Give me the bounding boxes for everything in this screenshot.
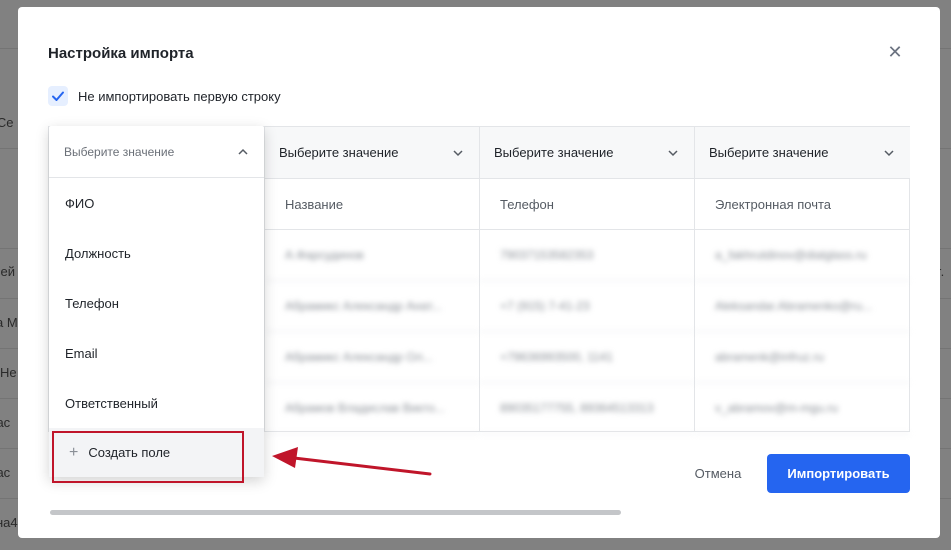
chevron-up-icon (238, 148, 248, 155)
table-cell: 89035177755, 89364513313 (480, 383, 694, 434)
dropdown-option[interactable]: ФИО (49, 178, 264, 228)
bg-text: на4 (0, 515, 18, 530)
column-select[interactable]: Выберите значение (480, 127, 694, 179)
table-cell: Абрамикс Александр Анат... (265, 281, 479, 332)
create-field-label: Создать поле (88, 445, 171, 460)
chevron-down-icon (453, 149, 463, 156)
field-dropdown: Выберите значение ФИО Должность Телефон … (49, 126, 264, 477)
bg-text: а Се (0, 115, 14, 130)
column-3: Выберите значение Телефон 79037153582353… (480, 127, 695, 434)
column-select[interactable]: Выберите значение (695, 127, 910, 179)
table-cell: a_fakhrutdinov@dialglass.ru (695, 230, 910, 281)
table-cell: +7 (915) 7-41-23 (480, 281, 694, 332)
bg-text: Не (0, 365, 17, 380)
column-select-label: Выберите значение (709, 145, 829, 160)
skip-first-row-checkbox[interactable] (48, 86, 68, 106)
cancel-button[interactable]: Отмена (678, 454, 758, 492)
bg-text: а М (0, 315, 18, 330)
horizontal-scrollbar[interactable] (50, 510, 621, 515)
table-cell: А.Фарсудинов (265, 230, 479, 281)
dropdown-placeholder: Выберите значение (64, 144, 175, 159)
checkbox-label: Не импортировать первую строку (78, 88, 281, 104)
dropdown-option[interactable]: Телефон (49, 278, 264, 328)
modal-title: Настройка импорта (48, 45, 194, 62)
table-cell: Абрамов Владислав Викто... (265, 383, 479, 434)
chevron-down-icon (884, 149, 894, 156)
column-select[interactable]: Выберите значение (265, 127, 479, 179)
column-select-label: Выберите значение (279, 145, 399, 160)
import-settings-modal: Настройка импорта ✕ Не импортировать пер… (18, 7, 940, 538)
table-cell: Aleksandar.Abramenko@ru... (695, 281, 910, 332)
table-cell: 79037153582353 (480, 230, 694, 281)
table-cell: Абрамикс Александр Ол... (265, 332, 479, 383)
dropdown-option[interactable]: Должность (49, 228, 264, 278)
dropdown-option[interactable]: Email (49, 328, 264, 378)
table-cell: v_abramov@m-mgu.ru (695, 383, 910, 434)
plus-icon: + (69, 443, 79, 461)
column-header: Телефон (480, 179, 694, 230)
column-4: Выберите значение Электронная почта a_fa… (695, 127, 910, 434)
import-button[interactable]: Импортировать (767, 454, 910, 493)
column-select-label: Выберите значение (494, 145, 614, 160)
chevron-down-icon (668, 149, 678, 156)
table-cell: abramenk@infruz.ru (695, 332, 910, 383)
bg-text: сей (0, 264, 15, 279)
skip-first-row-option[interactable]: Не импортировать первую строку (48, 86, 281, 106)
table-cell: +79636993500, 1141 (480, 332, 694, 383)
close-icon[interactable]: ✕ (885, 42, 905, 62)
dropdown-option[interactable]: Ответственный (49, 378, 264, 428)
column-2: Выберите значение Название А.Фарсудинов … (265, 127, 480, 434)
column-select-open[interactable]: Выберите значение (49, 126, 264, 178)
bg-text: гас (0, 465, 11, 480)
create-field-button[interactable]: + Создать поле (49, 428, 264, 477)
column-header: Название (265, 179, 479, 230)
column-header: Электронная почта (695, 179, 910, 230)
bg-text: гас (0, 415, 11, 430)
check-icon (52, 91, 64, 101)
